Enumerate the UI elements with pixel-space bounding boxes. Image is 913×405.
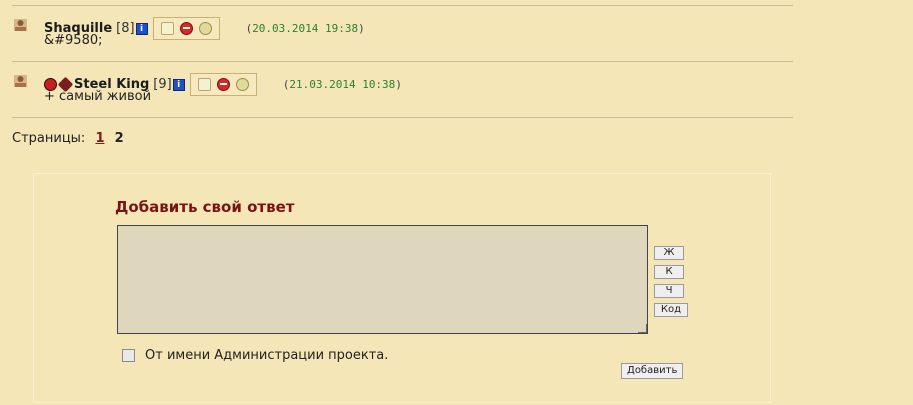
divider (12, 61, 793, 62)
admin-checkbox[interactable] (122, 349, 135, 362)
admin-checkbox-label[interactable]: От имени Администрации проекта. (145, 348, 388, 363)
block-icon[interactable] (179, 22, 193, 35)
post-actions (152, 17, 220, 40)
divider (12, 5, 793, 6)
info-icon[interactable]: i (172, 78, 185, 91)
quote-icon[interactable] (198, 22, 212, 35)
page-link-2[interactable]: 2 (115, 131, 124, 146)
block-icon[interactable] (216, 78, 230, 91)
submit-button[interactable]: Добавить (621, 363, 684, 379)
code-button[interactable]: Код (654, 303, 688, 317)
reply-icon[interactable] (160, 22, 174, 35)
page-link-1[interactable]: 1 (95, 131, 104, 146)
info-icon[interactable]: i (135, 22, 148, 35)
reply-title: Добавить свой ответ (115, 198, 295, 216)
post: Shaquille [8] i (20.03.2014 19:38) &#958… (12, 17, 793, 57)
admin-option: От имени Администрации проекта. (122, 348, 388, 363)
reply-form: Добавить свой ответ Ж К Ч Код От имени А… (33, 173, 771, 403)
reply-textarea[interactable] (117, 225, 648, 334)
post: Steel King [9] i (21.03.2014 10:38) + са… (12, 73, 793, 113)
resize-handle-icon[interactable] (638, 324, 647, 333)
author-rank: [9] (153, 77, 172, 92)
pagination: Страницы: 1 2 (12, 131, 124, 146)
post-date: (21.03.2014 10:38) (282, 78, 402, 91)
user-avatar-icon[interactable] (12, 73, 29, 89)
post-date: (20.03.2014 19:38) (245, 22, 365, 35)
post-actions (189, 73, 257, 96)
post-text: + самый живой (44, 89, 152, 104)
author-rank: [8] (116, 21, 135, 36)
italic-button[interactable]: К (654, 265, 684, 279)
bold-button[interactable]: Ж (654, 246, 684, 260)
divider (12, 117, 793, 118)
pagination-label: Страницы: (12, 131, 86, 146)
underline-button[interactable]: Ч (654, 284, 684, 298)
user-avatar-icon[interactable] (12, 17, 29, 33)
post-text: &#9580; (44, 33, 103, 48)
reply-icon[interactable] (197, 78, 211, 91)
quote-icon[interactable] (235, 78, 249, 91)
